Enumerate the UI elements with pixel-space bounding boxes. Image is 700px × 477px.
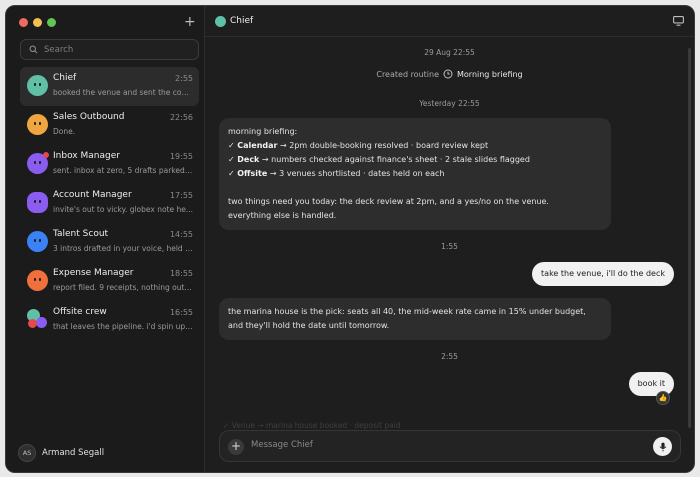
- message-composer: +: [219, 430, 681, 462]
- expense-avatar-icon: [27, 270, 48, 291]
- window-controls: [19, 18, 56, 27]
- chat-item-offsite-crew[interactable]: Offsite crew 16:55 that leaves the pipel…: [20, 301, 199, 340]
- timestamp: 2:55: [441, 352, 458, 361]
- chat-preview: booked the venue and sent the con...: [53, 88, 193, 97]
- chat-item-sales-outbound[interactable]: Sales Outbound 22:56 Done.: [20, 106, 199, 145]
- chat-time: 19:55: [169, 152, 193, 161]
- user-avatar: AS: [18, 444, 36, 462]
- talent-avatar-icon: [27, 231, 48, 252]
- inbox-avatar-icon: [27, 152, 49, 174]
- briefing-item: ✓ Deck → numbers checked against finance…: [228, 155, 530, 164]
- routine-notice: Created routine Morning briefing: [205, 69, 694, 79]
- timestamp: Yesterday 22:55: [419, 99, 480, 108]
- briefing-item: ✓ Offsite → 3 venues shortlisted · dates…: [228, 169, 445, 178]
- search-box[interactable]: [20, 39, 199, 60]
- routine-prefix: Created routine: [376, 69, 439, 79]
- chat-list: Chief 2:55 booked the venue and sent the…: [20, 67, 199, 340]
- search-input[interactable]: [44, 44, 184, 55]
- chief-avatar-icon: [215, 16, 226, 27]
- chat-time: 14:55: [169, 230, 193, 239]
- briefing-paragraph: everything else is handled.: [228, 211, 337, 220]
- chat-name: Talent Scout: [53, 229, 109, 239]
- app-window: + Chief 2:55 booked the venue and sent t…: [5, 5, 695, 473]
- new-chat-button[interactable]: +: [184, 15, 196, 29]
- briefing-title: morning briefing:: [228, 127, 298, 136]
- chief-avatar-icon: [27, 75, 48, 96]
- sidebar: + Chief 2:55 booked the venue and sent t…: [6, 6, 205, 472]
- user-profile[interactable]: AS Armand Segall: [18, 444, 104, 462]
- chat-item-chief[interactable]: Chief 2:55 booked the venue and sent the…: [20, 67, 199, 106]
- timestamp: 29 Aug 22:55: [424, 48, 475, 57]
- chat-preview: invite's out to vicky. globex note he...: [53, 205, 193, 214]
- chat-preview: sent. inbox at zero, 5 drafts parked ...: [53, 166, 193, 175]
- minimize-window-button[interactable]: [33, 18, 42, 27]
- chat-name: Inbox Manager: [53, 151, 120, 161]
- close-window-button[interactable]: [19, 18, 28, 27]
- chat-preview: 3 intros drafted in your voice, held f..…: [53, 244, 193, 253]
- user-message: take the venue, i'll do the deck: [532, 262, 674, 286]
- chat-name: Account Manager: [53, 190, 132, 200]
- group-avatar-icon: [27, 309, 48, 330]
- chat-preview: that leaves the pipeline. i'd spin up ..…: [53, 322, 193, 331]
- chat-name: Chief: [53, 73, 77, 83]
- chat-preview: report filed. 9 receipts, nothing out...: [53, 283, 192, 292]
- account-avatar-icon: [27, 192, 48, 213]
- monitor-icon[interactable]: [673, 16, 684, 26]
- briefing-message: morning briefing: ✓ Calendar → 2pm doubl…: [219, 118, 611, 230]
- chat-time: 22:56: [169, 113, 193, 122]
- chat-time: 16:55: [169, 308, 193, 317]
- timestamp: 1:55: [441, 242, 458, 251]
- conversation-title: Chief: [230, 16, 254, 26]
- chat-name: Expense Manager: [53, 268, 134, 278]
- message-input[interactable]: [251, 440, 611, 450]
- thumbs-up-reaction-icon[interactable]: 👍: [656, 391, 670, 405]
- message-line: the marina house is the pick: seats all …: [228, 307, 586, 316]
- routine-name: Morning briefing: [457, 69, 523, 79]
- maximize-window-button[interactable]: [47, 18, 56, 27]
- chat-time: 18:55: [169, 269, 193, 278]
- sales-avatar-icon: [27, 114, 48, 135]
- assistant-message: the marina house is the pick: seats all …: [219, 298, 611, 340]
- conversation-header: Chief: [205, 6, 694, 37]
- chat-name: Sales Outbound: [53, 112, 125, 122]
- microphone-icon[interactable]: [653, 437, 672, 456]
- briefing-item: ✓ Calendar → 2pm double-booking resolved…: [228, 141, 489, 150]
- user-name: Armand Segall: [42, 448, 105, 458]
- attach-plus-icon[interactable]: +: [228, 439, 244, 455]
- chat-item-expense-manager[interactable]: Expense Manager 18:55 report filed. 9 re…: [20, 262, 199, 301]
- conversation-pane: Chief 29 Aug 22:55 Created routine Morni…: [205, 6, 694, 472]
- chat-time: 17:55: [169, 191, 193, 200]
- chat-preview: Done.: [53, 127, 76, 136]
- clock-icon: [443, 69, 453, 79]
- chat-item-account-manager[interactable]: Account Manager 17:55 invite's out to vi…: [20, 184, 199, 223]
- chat-item-inbox-manager[interactable]: Inbox Manager 19:55 sent. inbox at zero,…: [20, 145, 199, 184]
- message-line: and they'll hold the date until tomorrow…: [228, 321, 390, 330]
- search-icon: [29, 45, 38, 54]
- chat-time: 2:55: [175, 74, 193, 83]
- scrollbar[interactable]: [688, 48, 691, 428]
- briefing-paragraph: two things need you today: the deck revi…: [228, 197, 549, 206]
- chat-name: Offsite crew: [53, 307, 107, 317]
- chat-item-talent-scout[interactable]: Talent Scout 14:55 3 intros drafted in y…: [20, 223, 199, 262]
